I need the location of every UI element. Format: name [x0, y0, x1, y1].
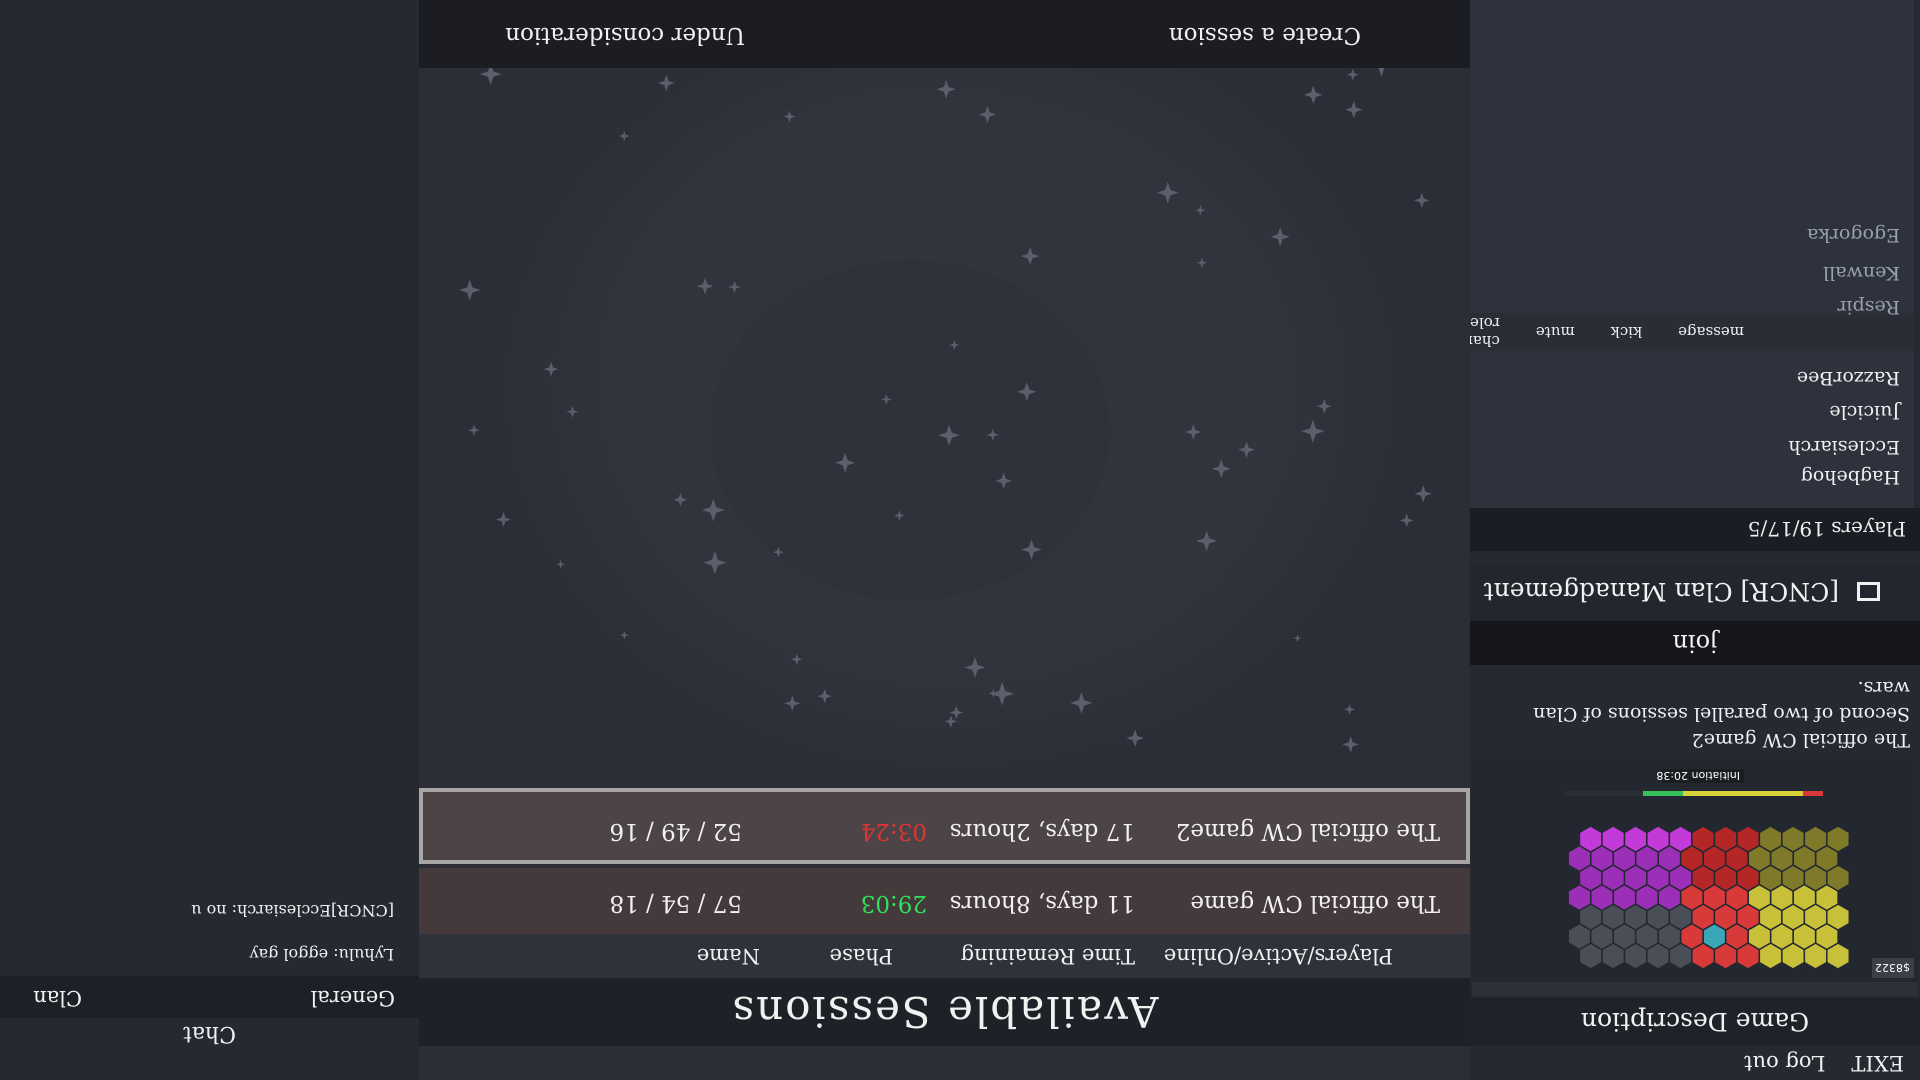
game-description-text: Second of two parallel sessions of Clan … — [1533, 677, 1910, 725]
member-actions-bar: message kick mute change role — [1445, 313, 1914, 351]
map-hex — [1713, 825, 1738, 853]
map-hex — [1691, 825, 1716, 853]
sessions-panel: Available Sessions Name Time Remaining P… — [419, 0, 1470, 1080]
message-action[interactable]: message — [1678, 323, 1744, 341]
game-thumbnail: $8322 Initiation 20:38 — [1472, 760, 1918, 996]
game-description-header: Game Description — [1470, 998, 1920, 1046]
sessions-column-headers: Name Time Remaining Phase Players/Active… — [419, 934, 1470, 978]
under-consideration-button[interactable]: Under consideration — [505, 22, 745, 48]
tab-general[interactable]: General — [311, 986, 395, 1010]
member-item[interactable]: Hagbehog — [1801, 466, 1900, 488]
tab-clan[interactable]: Clan — [33, 986, 82, 1010]
map-hex — [1601, 825, 1626, 853]
top-bar: EXIT Log out — [1470, 1046, 1920, 1080]
players-count: Players 19/17/5 — [1747, 517, 1906, 542]
join-label: join — [1672, 629, 1718, 657]
logout-button[interactable]: Log out — [1744, 1051, 1825, 1075]
column-header-time[interactable]: Time Remaining — [961, 944, 1135, 968]
member-item[interactable]: Juicicle — [1829, 401, 1900, 423]
available-sessions-header: Available Sessions — [419, 978, 1470, 1046]
session-row[interactable]: The official CW game 11 days, 8hours 29:… — [419, 868, 1470, 934]
map-hex — [1758, 825, 1783, 853]
available-sessions-title: Available Sessions — [730, 987, 1159, 1037]
clan-management-header: [CNCR] Clan Manadgement — [1470, 563, 1920, 621]
member-item[interactable]: Egogorka — [1807, 224, 1900, 246]
thumbnail-money-label: $8322 — [1875, 961, 1910, 974]
chat-tabs: General Clan — [0, 976, 419, 1018]
column-header-players[interactable]: Players/Active/Online — [1164, 944, 1393, 968]
sessions-bottom-bar: Create a session Under consideration — [419, 0, 1470, 68]
column-header-phase[interactable]: Phase — [830, 944, 893, 968]
map-hex — [1736, 825, 1761, 853]
member-item[interactable]: Ecclesiarch — [1788, 436, 1900, 458]
map-hex — [1803, 825, 1828, 853]
players-count-bar: Players 19/17/5 — [1470, 508, 1920, 551]
hex-map-thumbnail: $8322 Initiation 20:38 — [1472, 760, 1918, 996]
game-description-game-title: The official CW game2 — [1691, 729, 1910, 751]
map-hex — [1578, 825, 1603, 853]
screen: EXIT Log out Game Description $8322 Init… — [0, 0, 1920, 1080]
member-item[interactable]: Respir — [1837, 296, 1900, 318]
chat-label: Chat — [183, 1021, 236, 1046]
session-players: 57 / 54 / 18 — [609, 890, 742, 916]
session-name: The official CW game — [1190, 890, 1440, 916]
map-hex — [1825, 825, 1851, 853]
session-players: 52 / 49 / 16 — [609, 818, 742, 844]
member-item[interactable]: RazzorBee — [1797, 367, 1900, 389]
session-row-selected[interactable]: The official CW game2 17 days, 2hours 03… — [419, 788, 1470, 864]
session-phase: 03:24 — [860, 818, 927, 844]
game-description-body: The official CW game2 Second of two para… — [1480, 675, 1910, 753]
map-hex — [1668, 825, 1693, 853]
kick-action[interactable]: kick — [1611, 323, 1642, 341]
exit-button[interactable]: EXIT — [1851, 1051, 1904, 1075]
session-time-remaining: 11 days, 8hours — [949, 890, 1135, 916]
game-description-panel: EXIT Log out Game Description $8322 Init… — [1445, 0, 1920, 1080]
chat-message: [CNCR]Ecclesiarch: no u — [191, 901, 394, 920]
column-header-name[interactable]: Name — [697, 944, 760, 968]
map-hex — [1781, 825, 1806, 853]
session-name: The official CW game2 — [1175, 818, 1440, 844]
session-phase: 29:03 — [860, 890, 927, 916]
thumbnail-timer-label: Initiation 20:38 — [1656, 769, 1740, 782]
create-session-button[interactable]: Create a session — [1169, 22, 1361, 48]
join-button[interactable]: join — [1470, 621, 1920, 665]
map-hex — [1646, 825, 1671, 853]
chat-panel: Chat General Clan Lyhulu: eggol gay [CNC… — [0, 0, 419, 1080]
clan-member-list: Hagbehog Ecclesiarch Juicicle RazzorBee … — [1445, 0, 1914, 508]
checkbox-icon[interactable] — [1857, 582, 1880, 602]
clan-management-title: [CNCR] Clan Manadgement — [1483, 577, 1839, 607]
session-time-remaining: 17 days, 2hours — [949, 818, 1135, 844]
mute-action[interactable]: mute — [1536, 323, 1575, 341]
chat-message: Lyhulu: eggol gay — [249, 945, 395, 964]
map-hex — [1623, 825, 1648, 853]
member-item[interactable]: Kenwall — [1823, 262, 1900, 284]
game-description-title: Game Description — [1580, 1007, 1810, 1037]
